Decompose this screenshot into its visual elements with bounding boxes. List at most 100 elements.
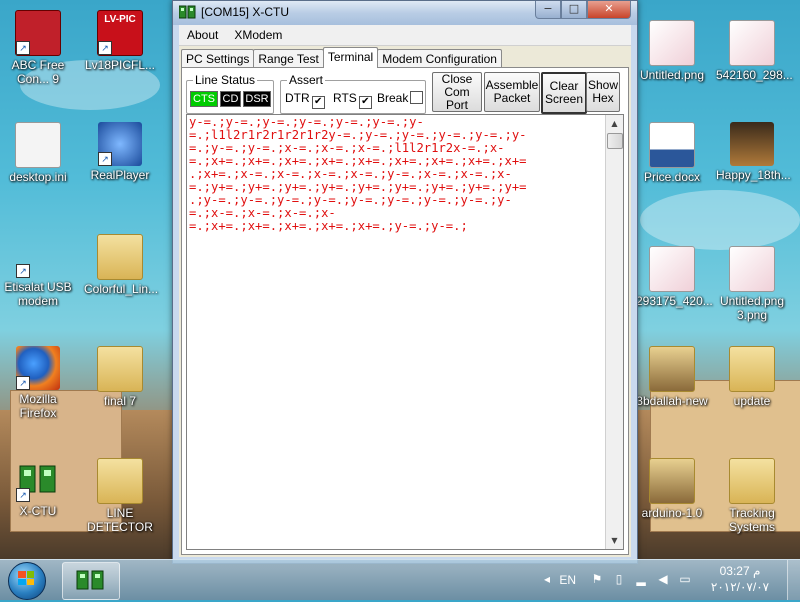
image-file-icon <box>649 246 695 292</box>
battery-icon[interactable]: ▭ <box>678 572 692 586</box>
shortcut-arrow-icon: ↗ <box>16 488 30 502</box>
clock[interactable]: 03:27 م ٢٠١٢/٠٧/٠٧ <box>704 563 776 595</box>
desktop-icon-desktop-ini[interactable]: desktop.ini <box>2 122 74 184</box>
dsr-indicator: DSR <box>243 91 271 107</box>
desktop-icon-colorful-lines[interactable]: Colorful_Lin... <box>84 234 159 296</box>
start-button[interactable] <box>2 560 54 600</box>
desktop-icon-label: ABC Free Con... 9 <box>11 58 65 86</box>
desktop-icon-update[interactable]: update <box>716 346 788 408</box>
desktop-icon-label: LINE DETECTOR <box>87 506 153 534</box>
xctu-window: [COM15] X-CTU − □ ✕ About XModem PC Sett… <box>172 0 638 564</box>
tray-expand-icon[interactable]: ◂ <box>540 572 554 586</box>
windows-flag-icon <box>18 571 34 585</box>
shortcut-arrow-icon: ↗ <box>16 264 30 278</box>
image-file-icon <box>649 20 695 66</box>
tab-terminal[interactable]: Terminal <box>322 47 379 68</box>
desktop-icon-label: Untitled.png 3.png <box>719 294 785 322</box>
desktop-icon-untitled3[interactable]: Untitled.png 3.png <box>716 246 788 322</box>
tab-modem-configuration[interactable]: Modem Configuration <box>377 49 502 68</box>
image-file-icon <box>729 20 775 66</box>
photo-icon <box>730 122 774 166</box>
terminal-scrollbar[interactable]: ▲ ▼ <box>605 115 623 549</box>
scroll-thumb[interactable] <box>607 133 623 149</box>
desktop-icon-label: Untitled.png <box>639 68 705 82</box>
clock-date: ٢٠١٢/٠٧/٠٧ <box>710 580 770 594</box>
taskbar-xctu-button[interactable] <box>62 562 120 600</box>
desktop-icon-label: update <box>733 394 771 408</box>
desktop-icon-xctu[interactable]: ↗ X-CTU <box>2 458 74 518</box>
assert-label: Assert <box>287 73 326 87</box>
desktop-icon-final7[interactable]: final 7 <box>84 346 156 408</box>
etisalat-icon: ↗ <box>16 234 60 278</box>
cd-indicator: CD <box>220 91 241 107</box>
menu-bar: About XModem <box>179 25 631 46</box>
desktop-icon-label: 542160_298... <box>716 68 793 82</box>
volume-icon[interactable]: ◀ <box>656 572 670 586</box>
desktop-icon-line-detector[interactable]: LINE DETECTOR <box>84 458 156 534</box>
window-client: About XModem PC Settings Range Test Term… <box>179 25 631 557</box>
clear-screen-button[interactable]: Clear Screen <box>541 72 587 114</box>
window-title: [COM15] X-CTU <box>201 5 290 19</box>
desktop-icon-realplayer[interactable]: ↗ RealPlayer <box>84 122 156 182</box>
dtr-label: DTR <box>285 91 310 105</box>
show-hex-button[interactable]: Show Hex <box>586 72 620 112</box>
settings-file-icon <box>15 122 61 168</box>
xctu-icon: ↗ <box>16 458 60 502</box>
desktop-icon-arduino[interactable]: arduino-1.0 <box>636 458 708 520</box>
maximize-button[interactable]: □ <box>561 1 587 19</box>
image-file-icon <box>729 246 775 292</box>
desktop-icon-firefox[interactable]: ↗ Mozilla Firefox <box>2 346 74 420</box>
shortcut-arrow-icon: ↗ <box>98 152 112 166</box>
desktop-icon-label: Colorful_Lin... <box>84 282 159 296</box>
tab-pc-settings[interactable]: PC Settings <box>181 49 255 68</box>
break-label: Break <box>377 91 409 105</box>
folder-icon <box>649 346 695 392</box>
desktop-icon-label: Lv18PICFL... <box>84 58 156 72</box>
desktop-icon-etisalat[interactable]: ↗ Etisalat USB modem <box>2 234 74 308</box>
scroll-down-icon[interactable]: ▼ <box>606 532 623 549</box>
desktop-icon-label: Mozilla Firefox <box>19 392 57 420</box>
desktop-icon-label: Happy_18th... <box>716 168 791 182</box>
break-check-icon[interactable] <box>410 91 424 104</box>
language-indicator[interactable]: EN <box>559 573 576 587</box>
folder-icon <box>649 458 695 504</box>
rts-checkbox[interactable]: RTS ✔ <box>333 91 372 109</box>
rts-check-icon[interactable]: ✔ <box>358 96 372 109</box>
lvpic-badge: LV-PIC <box>104 14 136 25</box>
abc-converter-icon: ↗ <box>15 10 61 56</box>
terminal-output[interactable]: y-=.;y-=.;y-=.;y-=.;y-=.;y-=.;y- =.;l1l2… <box>186 114 624 550</box>
tab-range-test[interactable]: Range Test <box>253 49 324 68</box>
break-checkbox[interactable]: Break <box>377 91 424 105</box>
desktop-icon-tracking[interactable]: Tracking Systems <box>716 458 788 534</box>
desktop-icon-542160[interactable]: 542160_298... <box>716 20 793 82</box>
scroll-up-icon[interactable]: ▲ <box>606 115 623 132</box>
close-com-port-button[interactable]: Close Com Port <box>432 72 482 112</box>
menu-xmodem[interactable]: XModem <box>226 28 290 42</box>
word-document-icon <box>649 122 695 168</box>
shortcut-arrow-icon: ↗ <box>16 41 30 55</box>
dtr-checkbox[interactable]: DTR ✔ <box>285 91 325 109</box>
dtr-check-icon[interactable]: ✔ <box>311 96 325 109</box>
folder-icon <box>97 346 143 392</box>
desktop-icon-293175[interactable]: 293175_420... <box>636 246 713 308</box>
assert-group: Assert DTR ✔ RTS ✔ Break <box>280 73 426 114</box>
desktop-icon-3bdallah[interactable]: 3bdallah-new <box>636 346 708 408</box>
xctu-app-icon <box>178 5 197 19</box>
desktop-icon-price-docx[interactable]: Price.docx <box>636 122 708 184</box>
action-center-flag-icon[interactable]: ⚑ <box>590 572 604 586</box>
minimize-button[interactable]: − <box>535 1 561 19</box>
usb-device-icon[interactable]: ▯ <box>612 572 626 586</box>
background-cloud <box>640 190 800 250</box>
desktop-icon-abc-freeconv[interactable]: ↗ ABC Free Con... 9 <box>2 10 74 86</box>
desktop-icon-lv18picfl[interactable]: LV-PIC ↗ Lv18PICFL... <box>84 10 156 72</box>
close-button[interactable]: ✕ <box>587 1 631 19</box>
network-signal-icon[interactable]: ▂ <box>634 572 648 586</box>
desktop-icon-label: Etisalat USB modem <box>4 280 72 308</box>
assemble-packet-button[interactable]: Assemble Packet <box>484 72 540 112</box>
desktop-icon-untitled-png[interactable]: Untitled.png <box>636 20 708 82</box>
desktop-icon-happy18[interactable]: Happy_18th... <box>716 122 791 182</box>
menu-about[interactable]: About <box>179 28 226 42</box>
window-titlebar[interactable]: [COM15] X-CTU − □ ✕ <box>173 1 637 25</box>
folder-icon <box>97 458 143 504</box>
show-desktop-button[interactable] <box>787 560 800 600</box>
